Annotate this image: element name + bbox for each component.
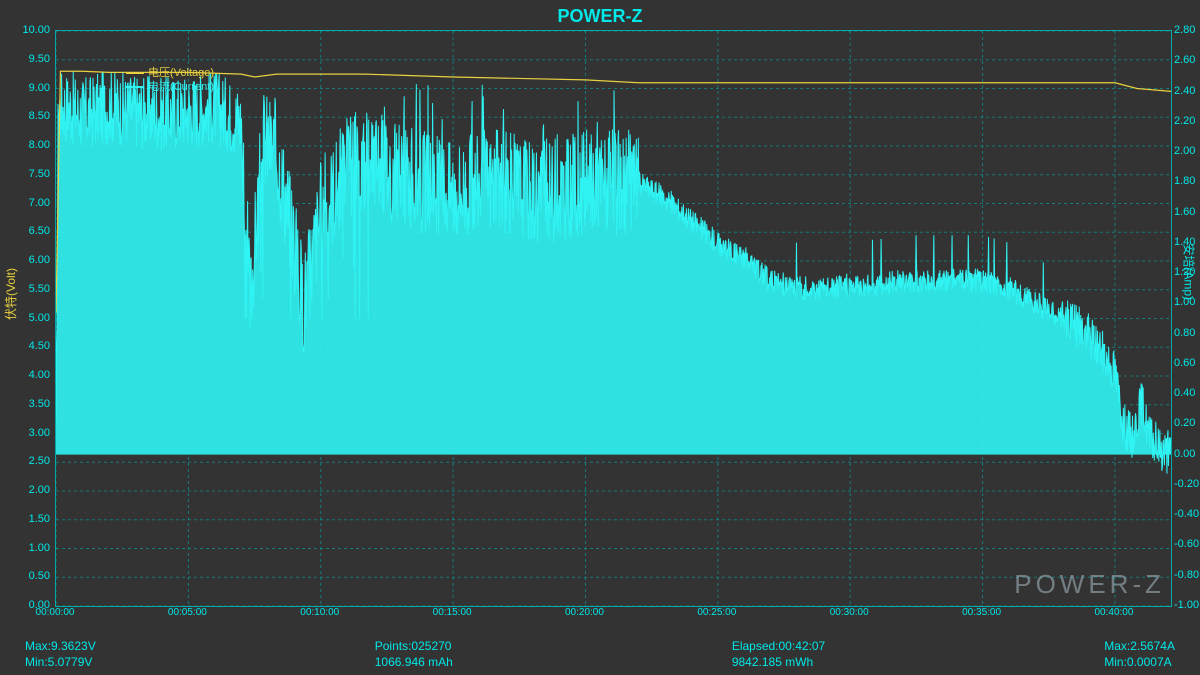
y-right-tick: 2.00 [1174, 145, 1200, 157]
y-right-tick: 0.60 [1174, 357, 1200, 369]
y-left-tick: 8.00 [15, 139, 50, 151]
y-left-tick: 2.50 [15, 455, 50, 467]
y-right-tick: -0.80 [1174, 569, 1200, 581]
y-right-tick: 1.20 [1174, 266, 1200, 278]
stat-elapsed: Elapsed:00:42:07 [732, 639, 825, 653]
y-left-tick: 7.00 [15, 197, 50, 209]
stat-max-v: Max:9.3623V [25, 639, 96, 653]
y-left-tick: 6.00 [15, 254, 50, 266]
stats-voltage: Max:9.3623V Min:5.0779V [25, 639, 96, 669]
legend-label-current: 电流(Current) [148, 80, 214, 94]
y-left-tick: 9.50 [15, 53, 50, 65]
y-right-tick: 0.00 [1174, 448, 1200, 460]
x-tick: 00:40:00 [1094, 607, 1133, 618]
y-left-tick: 4.50 [15, 340, 50, 352]
x-tick: 00:00:00 [36, 607, 75, 618]
y-right-tick: 0.40 [1174, 387, 1200, 399]
chart-title: POWER-Z [0, 6, 1200, 27]
stats-current: Max:2.5674A Min:0.0007A [1104, 639, 1175, 669]
plot-area[interactable]: 电压(Voltage) 电流(Current) [55, 30, 1172, 607]
y-left-tick: 3.00 [15, 427, 50, 439]
x-tick: 00:10:00 [300, 607, 339, 618]
stat-max-a: Max:2.5674A [1104, 639, 1175, 653]
y-right-tick: -0.60 [1174, 538, 1200, 550]
y-left-tick: 8.50 [15, 110, 50, 122]
y-left-tick: 3.50 [15, 398, 50, 410]
x-tick: 00:20:00 [565, 607, 604, 618]
y-left-tick: 7.50 [15, 168, 50, 180]
stat-mwh: 9842.185 mWh [732, 655, 825, 669]
y-left-tick: 2.00 [15, 484, 50, 496]
stat-points: Points:025270 [375, 639, 453, 653]
y-right-tick: -0.20 [1174, 478, 1200, 490]
y-right-tick: -0.40 [1174, 508, 1200, 520]
legend-label-voltage: 电压(Voltage) [148, 66, 214, 80]
y-right-tick: 2.60 [1174, 54, 1200, 66]
y-right-tick: 0.80 [1174, 327, 1200, 339]
y-right-tick: -1.00 [1174, 599, 1200, 611]
legend-current: 电流(Current) [126, 80, 214, 94]
y-left-tick: 5.50 [15, 283, 50, 295]
x-tick: 00:25:00 [697, 607, 736, 618]
legend-swatch-voltage [126, 72, 144, 74]
stat-min-a: Min:0.0007A [1104, 655, 1175, 669]
stats-bar: Max:9.3623V Min:5.0779V Points:025270 10… [25, 639, 1175, 669]
y-right-tick: 0.20 [1174, 417, 1200, 429]
y-right-tick: 2.20 [1174, 115, 1200, 127]
y-right-tick: 1.60 [1174, 206, 1200, 218]
x-tick: 00:15:00 [433, 607, 472, 618]
y-right-tick: 2.80 [1174, 24, 1200, 36]
y-left-tick: 6.50 [15, 225, 50, 237]
y-left-tick: 1.50 [15, 513, 50, 525]
y-left-tick: 9.00 [15, 82, 50, 94]
legend-voltage: 电压(Voltage) [126, 66, 214, 80]
watermark: POWER-Z [1014, 569, 1165, 600]
y-left-tick: 4.00 [15, 369, 50, 381]
y-right-tick: 1.00 [1174, 296, 1200, 308]
stats-points: Points:025270 1066.946 mAh [375, 639, 453, 669]
legend: 电压(Voltage) 电流(Current) [126, 66, 214, 94]
legend-swatch-current [126, 86, 144, 88]
y-right-tick: 1.40 [1174, 236, 1200, 248]
x-tick: 00:35:00 [962, 607, 1001, 618]
stats-elapsed: Elapsed:00:42:07 9842.185 mWh [732, 639, 825, 669]
plot-canvas [56, 31, 1171, 606]
y-left-tick: 1.00 [15, 542, 50, 554]
y-left-tick: 5.00 [15, 312, 50, 324]
stat-mah: 1066.946 mAh [375, 655, 453, 669]
stat-min-v: Min:5.0779V [25, 655, 96, 669]
x-tick: 00:05:00 [168, 607, 207, 618]
y-left-tick: 10.00 [15, 24, 50, 36]
app-window: POWER-Z 伏特(Volt) 安培(Amp) 电压(Voltage) 电流(… [0, 0, 1200, 675]
y-left-tick: 0.50 [15, 570, 50, 582]
y-right-tick: 1.80 [1174, 175, 1200, 187]
x-tick: 00:30:00 [830, 607, 869, 618]
y-right-tick: 2.40 [1174, 85, 1200, 97]
